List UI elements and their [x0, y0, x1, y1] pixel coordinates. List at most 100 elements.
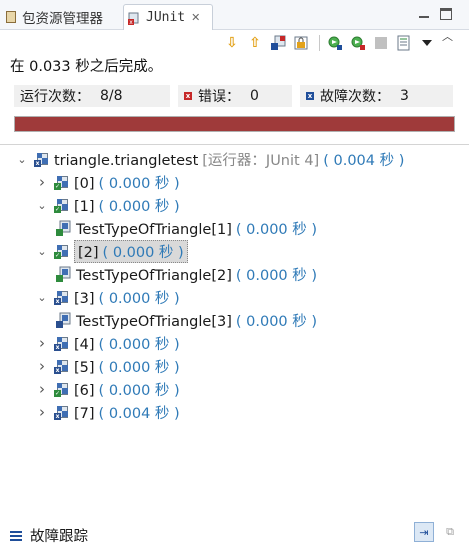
tree-item-label: TestTypeOfTriangle[1] — [76, 221, 232, 238]
test-case-passed-icon — [56, 266, 72, 282]
tree-item-text: [5]( 0.000 秒 ) — [74, 356, 180, 377]
tree-item-label: triangle.triangletest — [54, 152, 199, 169]
toolbar-separator — [319, 35, 320, 51]
close-icon[interactable]: ✕ — [191, 11, 200, 24]
error-icon: x — [184, 92, 192, 100]
tree-item-runner: [运行器：JUnit 4] — [202, 152, 320, 169]
runs-label: 运行次数： — [20, 89, 90, 105]
test-suite-failed-icon: x — [34, 151, 50, 167]
test-suite-row[interactable]: › x [7]( 0.004 秒 ) — [36, 401, 180, 423]
tree-item-label: [4] — [74, 336, 95, 353]
test-case-row[interactable]: TestTypeOfTriangle[1]( 0.000 秒 ) — [56, 217, 317, 239]
history-icon[interactable] — [394, 34, 414, 52]
view-menu-icon[interactable] — [417, 34, 437, 52]
tree-item-text: TestTypeOfTriangle[3]( 0.000 秒 ) — [76, 310, 317, 331]
test-suite-row[interactable]: ⌄ x triangle.triangletest [运行器：JUnit 4]( 0.… — [16, 148, 404, 170]
test-case-row[interactable]: TestTypeOfTriangle[3]( 0.000 秒 ) — [56, 309, 317, 331]
tree-item-time: ( 0.000 秒 ) — [98, 290, 180, 307]
runs-counter: 运行次数： 8/8 — [14, 85, 170, 107]
view-tab-bar: 包资源管理器 x JUnit ✕ — [0, 0, 469, 30]
failures-filter-icon[interactable] — [268, 34, 288, 52]
chevron-right-icon[interactable]: › — [36, 173, 48, 191]
chevron-down-icon[interactable]: ⌄ — [16, 153, 28, 166]
tree-item-label: TestTypeOfTriangle[2] — [76, 267, 232, 284]
tree-item-text: TestTypeOfTriangle[1]( 0.000 秒 ) — [76, 218, 317, 239]
errors-counter: x 错误： 0 — [178, 85, 292, 107]
tree-item-label: [3] — [74, 290, 95, 307]
chevron-down-icon[interactable]: ⌄ — [36, 199, 48, 212]
compare-results-icon[interactable]: ⧉ — [440, 522, 460, 542]
svg-text:x: x — [129, 19, 133, 25]
chevron-right-icon[interactable]: › — [36, 403, 48, 421]
errors-label: 错误： — [198, 89, 240, 105]
chevron-down-icon[interactable]: ⌄ — [36, 291, 48, 304]
filter-stack-icon[interactable]: ⇥ — [414, 522, 434, 542]
chevron-up-icon[interactable]: ︿ — [442, 28, 453, 44]
tab-junit[interactable]: x JUnit ✕ — [123, 4, 213, 30]
junit-toolbar: ⇩ ⇧ — [222, 33, 440, 53]
tree-item-text: [0]( 0.000 秒 ) — [74, 172, 180, 193]
test-suite-passed-icon: ✓ — [54, 197, 70, 213]
package-explorer-icon — [6, 11, 16, 23]
tree-item-time: ( 0.000 秒 ) — [235, 267, 318, 284]
rerun-failed-icon[interactable] — [348, 34, 368, 52]
maximize-view-button[interactable] — [440, 8, 452, 20]
tree-item-label: TestTypeOfTriangle[3] — [76, 313, 232, 330]
failure-trace-label: 故障跟踪 — [30, 529, 88, 545]
rerun-icon[interactable] — [325, 34, 345, 52]
arrow-down-icon[interactable]: ⇩ — [222, 34, 242, 52]
test-case-failed-icon — [56, 312, 72, 328]
test-suite-row[interactable]: › ✓ [0]( 0.000 秒 ) — [36, 171, 180, 193]
errors-value: 0 — [250, 88, 259, 104]
tree-item-text: [7]( 0.004 秒 ) — [74, 402, 180, 423]
chevron-right-icon[interactable]: › — [36, 380, 48, 398]
failure-icon: x — [306, 92, 314, 100]
run-status-text: 在 0.033 秒之后完成。 — [10, 59, 163, 75]
test-suite-row[interactable]: ⌄ ✓ [2]( 0.000 秒 ) — [36, 239, 188, 263]
tab-package-explorer-label: 包资源管理器 — [22, 11, 103, 27]
test-suite-passed-icon: ✓ — [54, 381, 70, 397]
counters-bar: 运行次数： 8/8 x 错误： 0 x 故障次数： 3 — [14, 85, 455, 107]
progress-bar — [14, 116, 455, 132]
failure-trace-header: 故障跟踪 — [10, 525, 88, 546]
chevron-down-icon[interactable]: ⌄ — [36, 245, 48, 258]
tab-package-explorer[interactable]: 包资源管理器 — [6, 4, 103, 30]
tree-item-time: ( 0.000 秒 ) — [98, 382, 180, 399]
tree-item-text: [4]( 0.000 秒 ) — [74, 333, 180, 354]
tab-junit-label: JUnit — [146, 10, 186, 25]
tree-item-time: ( 0.000 秒 ) — [98, 175, 180, 192]
tree-item-time: ( 0.000 秒 ) — [98, 359, 180, 376]
tree-item-time: ( 0.000 秒 ) — [98, 336, 180, 353]
tree-item-label: [1] — [74, 198, 95, 215]
tree-item-label: [5] — [74, 359, 95, 376]
tree-item-text: [6]( 0.000 秒 ) — [74, 379, 180, 400]
minimize-view-button[interactable] — [418, 8, 430, 20]
test-suite-failed-icon: x — [54, 404, 70, 420]
test-suite-row[interactable]: ⌄ x [3]( 0.000 秒 ) — [36, 286, 180, 308]
progress-fill — [15, 117, 454, 131]
failure-trace-icon — [10, 530, 22, 541]
test-suite-row[interactable]: › ✓ [6]( 0.000 秒 ) — [36, 378, 180, 400]
test-suite-row[interactable]: ⌄ ✓ [1]( 0.000 秒 ) — [36, 194, 179, 216]
divider — [0, 144, 469, 145]
tree-item-label: [6] — [74, 382, 95, 399]
failures-label: 故障次数： — [320, 89, 390, 105]
chevron-right-icon[interactable]: › — [36, 357, 48, 375]
test-suite-failed-icon: x — [54, 289, 70, 305]
junit-icon: x — [128, 11, 142, 26]
tree-item-text: [3]( 0.000 秒 ) — [74, 287, 180, 308]
scroll-lock-icon[interactable] — [291, 34, 311, 52]
runs-value: 8/8 — [100, 88, 123, 104]
test-case-row[interactable]: TestTypeOfTriangle[2]( 0.000 秒 ) — [56, 263, 317, 285]
failures-counter: x 故障次数： 3 — [300, 85, 453, 107]
test-suite-row[interactable]: › x [4]( 0.000 秒 ) — [36, 332, 180, 354]
test-suite-failed-icon: x — [54, 358, 70, 374]
tree-item-time: ( 0.000 秒 ) — [235, 221, 318, 238]
test-suite-passed-icon: ✓ — [54, 174, 70, 190]
test-suite-row[interactable]: › x [5]( 0.000 秒 ) — [36, 355, 180, 377]
chevron-right-icon[interactable]: › — [36, 334, 48, 352]
tree-item-time: ( 0.004 秒 ) — [98, 405, 180, 422]
tree-item-label: [2] — [78, 244, 99, 261]
stop-icon[interactable] — [371, 34, 391, 52]
arrow-up-icon[interactable]: ⇧ — [245, 34, 265, 52]
